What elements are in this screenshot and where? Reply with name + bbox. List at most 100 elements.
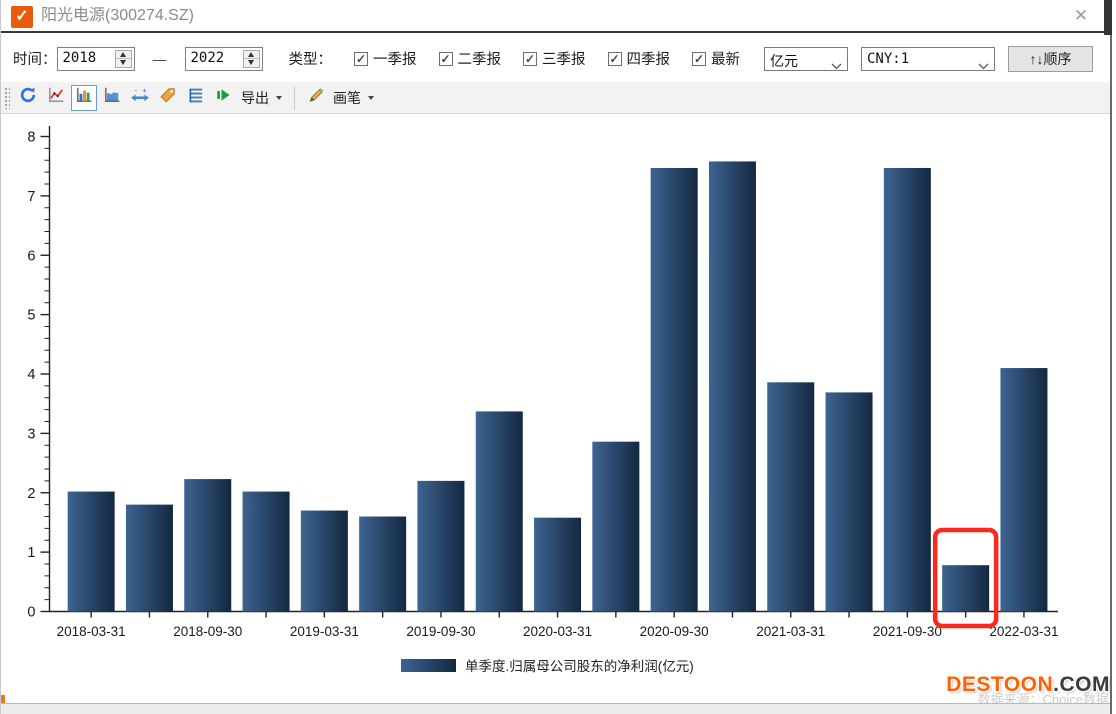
svg-text:2018-03-31: 2018-03-31 [57,624,126,639]
svg-text:3: 3 [27,426,35,442]
svg-text:2020-09-30: 2020-09-30 [640,624,709,639]
bar [1000,368,1047,611]
chevron-down-icon [831,57,842,75]
svg-text:7: 7 [27,189,35,205]
svg-text:-: - [134,86,137,95]
year-to-value: 2022 [191,50,225,66]
list-button[interactable] [183,85,209,111]
corner-marker [1,695,5,703]
bar-chart-button[interactable] [71,85,97,111]
checkbox-checked-icon: ✓ [692,52,706,66]
svg-text:2019-09-30: 2019-09-30 [406,624,475,639]
spin-buttons [115,50,132,68]
svg-text:6: 6 [27,248,35,264]
bar [243,492,290,612]
svg-text:+: + [142,86,147,95]
bar [126,505,173,612]
bar [942,565,989,611]
year-from-spinner[interactable]: 2018 [57,47,135,71]
export-label[interactable]: 导出 [241,88,269,108]
currency-select[interactable]: CNY:1 [861,47,995,71]
window-title: 阳光电源(300274.SZ) [41,0,194,32]
down-arrow-icon [248,60,254,65]
checkbox-q3-report[interactable]: ✓ 三季报 [523,48,586,69]
bar [592,442,639,612]
checkbox-q1-report[interactable]: ✓ 一季报 [354,48,417,69]
svg-text:2018-09-30: 2018-09-30 [173,624,242,639]
refresh-icon [19,86,37,109]
spin-up-button[interactable] [116,51,131,59]
type-label: 类型： [289,48,333,69]
close-icon[interactable]: ✕ [1070,5,1092,27]
checkbox-checked-icon: ✓ [439,52,453,66]
tag-icon [159,86,177,109]
area-chart-button[interactable] [99,85,125,111]
svg-text:5: 5 [27,308,35,324]
unit-select-value: 亿元 [770,51,798,71]
checkbox-checked-icon: ✓ [523,52,537,66]
brush-button[interactable] [303,85,329,111]
bar [68,492,115,612]
toolbar-separator [294,86,295,110]
refresh-button[interactable] [15,85,41,111]
svg-text:2020-03-31: 2020-03-31 [523,624,592,639]
svg-text:4: 4 [27,367,35,383]
area-chart-icon [103,86,121,109]
bar [184,479,231,611]
export-dropdown-icon[interactable] [276,96,282,100]
list-icon [187,86,205,109]
legend-label: 单季度.归属母公司股东的净利润(亿元) [465,658,694,674]
toolbar-grip-handle[interactable] [4,87,10,109]
currency-select-value: CNY:1 [867,51,909,67]
bar [534,518,581,612]
brush-dropdown-icon[interactable] [368,96,374,100]
spin-buttons [243,50,260,68]
unit-select[interactable]: 亿元 [764,47,848,71]
sort-order-button[interactable]: ↑↓顺序 [1008,46,1093,72]
spin-down-button[interactable] [116,59,131,67]
brush-label[interactable]: 画笔 [333,88,361,108]
profit-bar-chart[interactable]: 0123456782018-03-312018-09-302019-03-312… [1,114,1116,708]
window-right-margin [1112,0,1116,714]
svg-text:1: 1 [27,545,35,561]
bar [359,517,406,612]
svg-text:2: 2 [27,486,35,502]
watermark-logo: DESTOON.COM [946,673,1110,697]
spin-up-button[interactable] [244,51,259,59]
filter-controls-row: 时间： 2018 — 2022 类型： ✓ 一季报 ✓ 二季报 ✓ [1,35,1110,82]
pencil-icon [307,86,325,109]
up-arrow-icon [248,52,254,57]
bar [884,168,931,612]
selected-check-icon[interactable]: ✓ [11,6,33,28]
bar-chart-icon [75,86,93,109]
svg-text:2019-03-31: 2019-03-31 [290,624,359,639]
export-button[interactable] [211,85,237,111]
export-icon [215,86,233,109]
zoom-range-button[interactable]: -+ [127,85,153,111]
chart-region: 0123456782018-03-312018-09-302019-03-312… [1,114,1116,703]
bar [826,392,873,611]
down-arrow-icon [120,60,126,65]
checkbox-q4-report[interactable]: ✓ 四季报 [608,48,671,69]
chevron-down-icon [978,57,989,75]
bottom-status-strip [1,703,1116,714]
stock-chart-window: ✓ 阳光电源(300274.SZ) ✕ 时间： 2018 — 2022 类型： … [0,0,1116,714]
time-label: 时间： [13,48,57,69]
checkbox-label: 二季报 [458,48,502,69]
range-dash: — [153,51,167,67]
year-to-spinner[interactable]: 2022 [185,47,263,71]
checkbox-latest[interactable]: ✓ 最新 [692,48,740,69]
spin-down-button[interactable] [244,59,259,67]
bar [709,161,756,611]
checkbox-checked-icon: ✓ [354,52,368,66]
tag-button[interactable] [155,85,181,111]
bar [417,481,464,612]
svg-text:8: 8 [27,130,35,146]
line-chart-button[interactable] [43,85,69,111]
checkbox-label: 三季报 [542,48,586,69]
chart-toolbar: -+ 导出 画笔 [1,82,1116,114]
bar [767,382,814,611]
checkbox-q2-report[interactable]: ✓ 二季报 [439,48,502,69]
bar [301,511,348,612]
zoom-range-icon: -+ [130,86,150,109]
